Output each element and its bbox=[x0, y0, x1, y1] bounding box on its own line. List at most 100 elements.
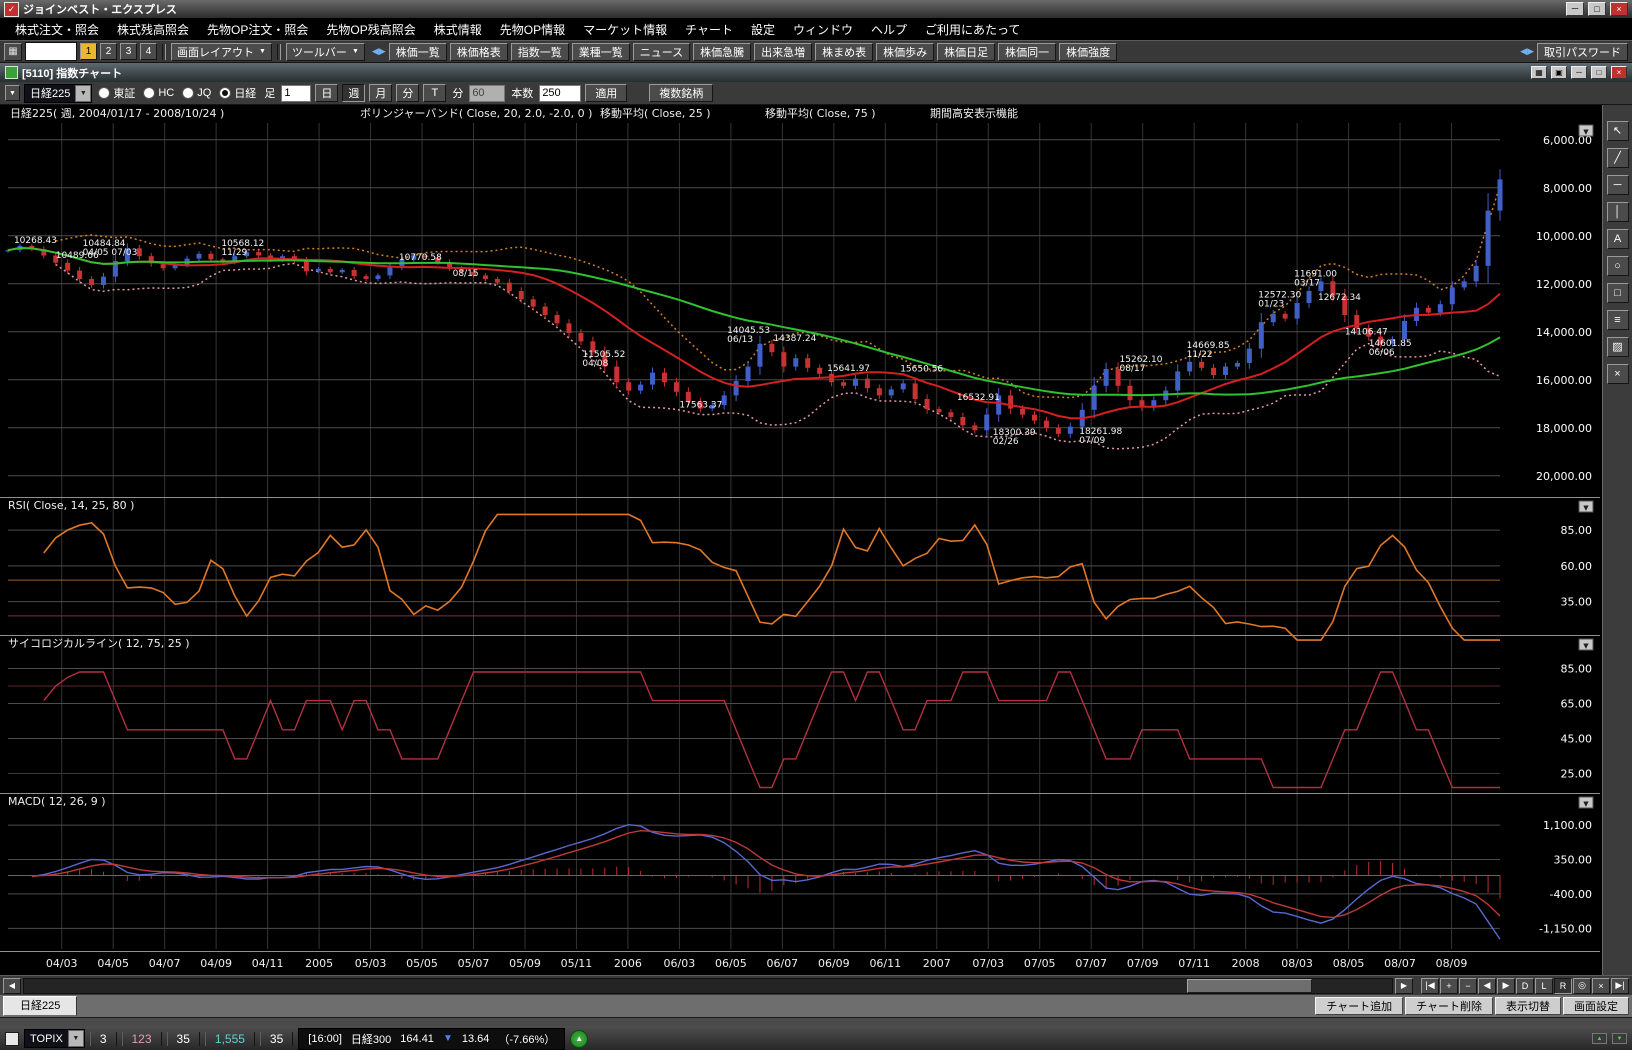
market-radio-hc[interactable]: HC bbox=[143, 87, 174, 99]
toolbar-dropdown[interactable]: ツールバー ▼ bbox=[286, 43, 365, 61]
quick-board-summary-button[interactable]: 株まめ表 bbox=[815, 43, 873, 61]
rectangle-tool-icon[interactable]: □ bbox=[1607, 283, 1629, 303]
market-radio-jq[interactable]: JQ bbox=[182, 87, 211, 99]
mode-r-button[interactable]: R bbox=[1554, 978, 1572, 994]
zoom-in-button[interactable]: + bbox=[1440, 978, 1458, 994]
text-tool-icon[interactable]: A bbox=[1607, 229, 1629, 249]
layout-3-button[interactable]: 3 bbox=[120, 43, 137, 60]
window-grid-button[interactable]: ▦ bbox=[1531, 66, 1547, 79]
menu-market-info[interactable]: マーケット情報 bbox=[574, 21, 676, 38]
zoom-out-button[interactable]: − bbox=[1459, 978, 1477, 994]
quick-price-board-button[interactable]: 株価格表 bbox=[450, 43, 508, 61]
annotation-date: 07/09 bbox=[1079, 436, 1105, 446]
menu-stock-info[interactable]: 株式情報 bbox=[425, 21, 491, 38]
quick-price-surge-button[interactable]: 株価急騰 bbox=[693, 43, 751, 61]
menu-stock-order[interactable]: 株式注文・照会 bbox=[6, 21, 108, 38]
menu-futures-op-balance[interactable]: 先物OP残高照会 bbox=[317, 21, 424, 38]
panel-scale-dropdown[interactable]: ▼ bbox=[1579, 797, 1593, 808]
window-menu-dropdown[interactable]: ▼ bbox=[5, 85, 20, 101]
grid-icon[interactable]: ▦ bbox=[4, 43, 22, 61]
minimize-button[interactable]: － bbox=[1566, 2, 1584, 16]
layout-1-button[interactable]: 1 bbox=[80, 43, 97, 60]
step-right-button[interactable]: ▶ bbox=[1497, 978, 1515, 994]
multi-symbol-button[interactable]: 複数銘柄 bbox=[649, 84, 713, 102]
menu-futures-op-order[interactable]: 先物OP注文・照会 bbox=[198, 21, 317, 38]
period-day-button[interactable]: 日 bbox=[315, 84, 338, 102]
period-tick-button[interactable]: T bbox=[423, 84, 446, 102]
close-button[interactable]: × bbox=[1610, 2, 1628, 16]
eraser-tool-icon[interactable]: ▨ bbox=[1607, 337, 1629, 357]
ticker-jump-button[interactable]: ▲ bbox=[570, 1030, 588, 1048]
tab-nikkei225[interactable]: 日経225 bbox=[3, 996, 77, 1016]
quick-sector-list-button[interactable]: 業種一覧 bbox=[572, 43, 630, 61]
scrollbar-thumb[interactable] bbox=[1187, 979, 1312, 993]
window-restore-button[interactable]: □ bbox=[1591, 66, 1607, 79]
remove-chart-button[interactable]: チャート削除 bbox=[1405, 997, 1493, 1015]
panel-scale-dropdown[interactable]: ▼ bbox=[1579, 501, 1593, 512]
delete-tool-icon[interactable]: × bbox=[1607, 364, 1629, 384]
add-chart-button[interactable]: チャート追加 bbox=[1315, 997, 1403, 1015]
quick-index-list-button[interactable]: 指数一覧 bbox=[511, 43, 569, 61]
period-week-button[interactable]: 週 bbox=[342, 84, 365, 102]
magnifier-button[interactable]: ◎ bbox=[1573, 978, 1591, 994]
panel-scale-dropdown[interactable]: ▼ bbox=[1579, 639, 1593, 650]
bar-interval-input[interactable] bbox=[281, 85, 311, 102]
menu-chart[interactable]: チャート bbox=[676, 21, 742, 38]
step-left-button[interactable]: ◀ bbox=[1478, 978, 1496, 994]
quick-price-strength-button[interactable]: 株価強度 bbox=[1059, 43, 1117, 61]
market-radio-tse[interactable]: 東証 bbox=[98, 85, 135, 101]
trade-password-button[interactable]: 取引パスワード bbox=[1537, 43, 1628, 61]
bar-count-input[interactable] bbox=[539, 85, 581, 102]
window-close-button[interactable]: × bbox=[1611, 66, 1627, 79]
menu-settings[interactable]: 設定 bbox=[742, 21, 784, 38]
menu-usage-guide[interactable]: ご利用にあたって bbox=[916, 21, 1029, 38]
status-checkbox[interactable] bbox=[5, 1032, 19, 1046]
symbol-select[interactable]: 日経225 ▼ bbox=[24, 84, 92, 103]
collapse-arrows-icon[interactable]: ◀▶ bbox=[372, 46, 386, 57]
pointer-tool-icon[interactable]: ↖ bbox=[1607, 121, 1629, 141]
screen-layout-dropdown[interactable]: 画面レイアウト ▼ bbox=[171, 43, 272, 61]
layout-2-button[interactable]: 2 bbox=[100, 43, 117, 60]
menu-window[interactable]: ウィンドウ bbox=[784, 21, 862, 38]
code-input[interactable] bbox=[25, 42, 77, 61]
status-down-button[interactable]: ▼ bbox=[1612, 1033, 1627, 1044]
screen-settings-button[interactable]: 画面設定 bbox=[1563, 997, 1629, 1015]
quick-daily-price-button[interactable]: 株価日足 bbox=[937, 43, 995, 61]
scroll-left-button[interactable]: ◀ bbox=[3, 978, 21, 994]
jump-start-button[interactable]: |◀ bbox=[1421, 978, 1439, 994]
menu-stock-balance[interactable]: 株式残高照会 bbox=[108, 21, 198, 38]
period-month-button[interactable]: 月 bbox=[369, 84, 392, 102]
index-select[interactable]: TOPIX ▼ bbox=[24, 1029, 85, 1048]
horizontal-line-tool-icon[interactable]: ─ bbox=[1607, 175, 1629, 195]
scroll-right-button[interactable]: ▶ bbox=[1395, 978, 1413, 994]
quick-volume-surge-button[interactable]: 出来急増 bbox=[754, 43, 812, 61]
jump-end-button[interactable]: ▶| bbox=[1611, 978, 1629, 994]
quick-news-button[interactable]: ニュース bbox=[633, 43, 690, 61]
quick-price-list-button[interactable]: 株価一覧 bbox=[389, 43, 447, 61]
toggle-display-button[interactable]: 表示切替 bbox=[1495, 997, 1561, 1015]
quick-tick-history-button[interactable]: 株価歩み bbox=[876, 43, 934, 61]
market-radio-nikkei[interactable]: 日経 bbox=[219, 85, 256, 101]
window-minimize-button[interactable]: － bbox=[1571, 66, 1587, 79]
vertical-line-tool-icon[interactable]: │ bbox=[1607, 202, 1629, 222]
mode-d-button[interactable]: D bbox=[1516, 978, 1534, 994]
quick-same-price-button[interactable]: 株価同一 bbox=[998, 43, 1056, 61]
menu-futures-op-info[interactable]: 先物OP情報 bbox=[491, 21, 574, 38]
window-layout-button[interactable]: ▣ bbox=[1551, 66, 1567, 79]
fibonacci-tool-icon[interactable]: ≡ bbox=[1607, 310, 1629, 330]
scrollbar-track[interactable] bbox=[23, 978, 1393, 994]
period-minute-button[interactable]: 分 bbox=[396, 84, 419, 102]
trendline-tool-icon[interactable]: ╱ bbox=[1607, 148, 1629, 168]
menu-help[interactable]: ヘルプ bbox=[862, 21, 916, 38]
chart-canvas[interactable]: 04/0304/0504/0704/0904/11200505/0305/050… bbox=[0, 105, 1600, 975]
layout-4-button[interactable]: 4 bbox=[140, 43, 157, 60]
ellipse-tool-icon[interactable]: ○ bbox=[1607, 256, 1629, 276]
status-up-button[interactable]: ▲ bbox=[1592, 1033, 1607, 1044]
mode-l-button[interactable]: L bbox=[1535, 978, 1553, 994]
clear-button[interactable]: × bbox=[1592, 978, 1610, 994]
minute-input[interactable] bbox=[469, 85, 505, 102]
panel-scale-dropdown[interactable]: ▼ bbox=[1579, 125, 1593, 136]
apply-button[interactable]: 適用 bbox=[585, 84, 627, 102]
maximize-button[interactable]: □ bbox=[1588, 2, 1606, 16]
x-axis-label: 06/11 bbox=[869, 957, 901, 970]
